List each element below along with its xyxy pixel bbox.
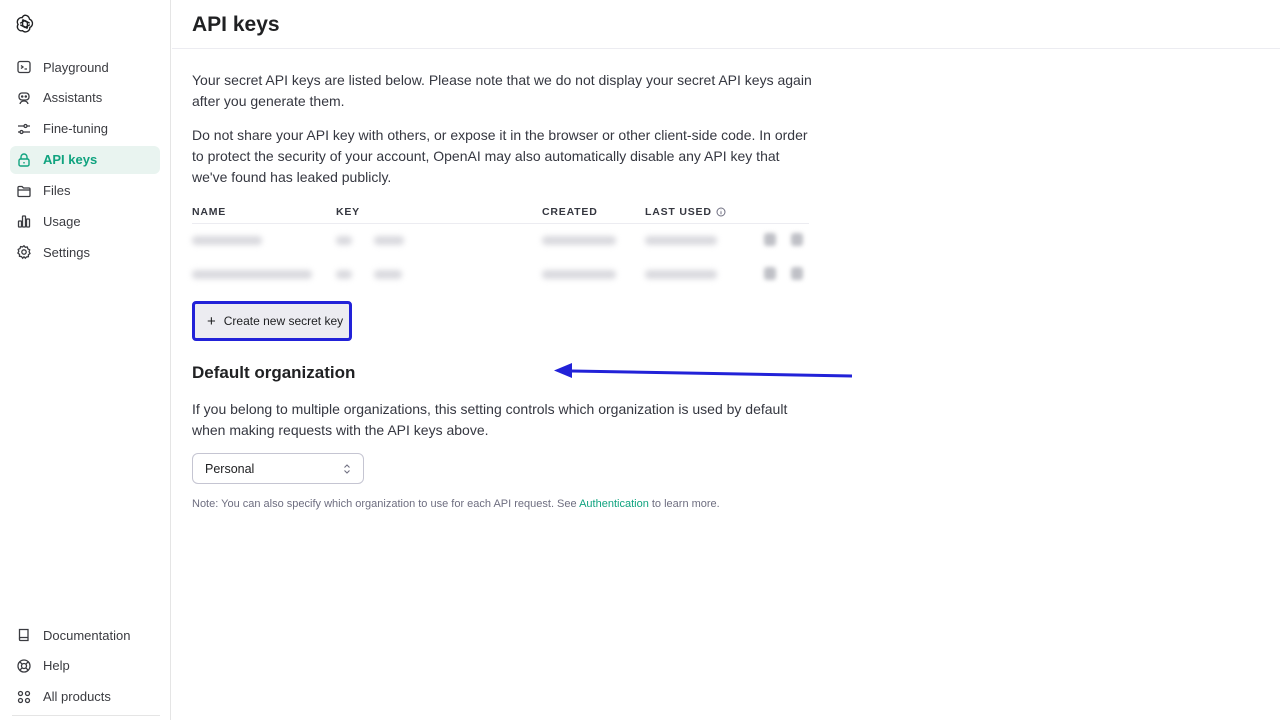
column-header-created: CREATED: [542, 206, 598, 218]
sidebar-divider: [12, 715, 160, 716]
redacted-created: [542, 236, 616, 245]
redacted-key-prefix: [336, 236, 352, 245]
sidebar-item-settings[interactable]: Settings: [10, 238, 160, 266]
sidebar-item-label: Usage: [43, 213, 81, 229]
sidebar-item-playground[interactable]: Playground: [10, 53, 160, 81]
chevron-up-down-icon: [344, 464, 350, 474]
table-row: [192, 258, 809, 292]
create-new-secret-key-button[interactable]: + Create new secret key: [192, 301, 352, 341]
sidebar-item-label: Playground: [43, 59, 109, 75]
api-keys-table: NAME KEY CREATED LAST USED: [192, 202, 809, 292]
delete-icon[interactable]: [791, 267, 803, 280]
sidebar-item-label: Fine-tuning: [43, 121, 109, 137]
sidebar-item-label: Documentation: [43, 627, 131, 643]
sidebar-item-api-keys[interactable]: API keys: [10, 145, 160, 174]
openai-logo-icon[interactable]: [13, 12, 37, 36]
edit-icon[interactable]: [764, 233, 776, 246]
sidebar-item-label: All products: [43, 689, 111, 705]
redacted-key-suffix: [374, 270, 402, 279]
sidebar-nav: Playground Assistants Fine-tuning API ke…: [10, 53, 160, 269]
info-icon[interactable]: [716, 207, 726, 217]
lock-icon: [16, 152, 32, 168]
authentication-link[interactable]: Authentication: [579, 498, 649, 510]
column-header-name: NAME: [192, 206, 227, 218]
redacted-name: [192, 236, 262, 245]
sidebar-item-label: API keys: [43, 152, 98, 168]
grid-icon: [16, 689, 32, 705]
column-header-last-used: LAST USED: [645, 206, 726, 218]
organization-select-value: Personal: [205, 461, 255, 476]
sidebar-item-usage[interactable]: Usage: [10, 207, 160, 235]
app-window: Playground Assistants Fine-tuning API ke…: [0, 0, 1280, 720]
page-header: API keys: [172, 0, 1280, 49]
redacted-key-suffix: [374, 236, 404, 245]
sidebar-footer-nav: Documentation Help All products: [10, 621, 160, 714]
default-organization-text: If you belong to multiple organizations,…: [192, 401, 788, 438]
table-header: NAME KEY CREATED LAST USED: [192, 202, 809, 224]
sidebar-item-all-products[interactable]: All products: [10, 683, 160, 711]
sidebar-item-documentation[interactable]: Documentation: [10, 621, 160, 649]
folder-icon: [16, 183, 32, 199]
terminal-icon: [16, 59, 32, 75]
delete-icon[interactable]: [791, 233, 803, 246]
edit-icon[interactable]: [764, 267, 776, 280]
note-suffix: to learn more.: [648, 498, 720, 510]
sidebar: Playground Assistants Fine-tuning API ke…: [0, 0, 171, 720]
sidebar-item-label: Settings: [43, 244, 90, 260]
note-prefix: Note: You can also specify which organiz…: [192, 498, 580, 510]
note-text: Note: You can also specify which organiz…: [192, 498, 720, 510]
page-title: API keys: [192, 13, 280, 36]
create-button-label: Create new secret key: [223, 314, 344, 328]
sliders-icon: [16, 121, 32, 137]
column-header-last-used-label: LAST USED: [645, 206, 712, 218]
sidebar-item-assistants[interactable]: Assistants: [10, 84, 160, 112]
sidebar-item-files[interactable]: Files: [10, 177, 160, 205]
redacted-name: [192, 270, 312, 279]
column-header-key: KEY: [336, 206, 360, 218]
table-row: [192, 224, 809, 258]
intro-text: Your secret API keys are listed below. P…: [192, 72, 812, 109]
annotation-arrow-icon: [554, 363, 852, 378]
book-icon: [16, 627, 32, 643]
sidebar-item-help[interactable]: Help: [10, 652, 160, 680]
bar-chart-icon: [16, 213, 32, 229]
default-organization-title: Default organization: [192, 363, 356, 382]
gear-icon: [16, 244, 32, 260]
redacted-created: [542, 270, 616, 279]
redacted-last-used: [645, 236, 717, 245]
redacted-key-prefix: [336, 270, 352, 279]
warning-text: Do not share your API key with others, o…: [192, 127, 808, 185]
sidebar-item-label: Assistants: [43, 90, 103, 106]
organization-select[interactable]: Personal: [192, 453, 364, 484]
robot-icon: [16, 90, 32, 106]
sidebar-item-label: Files: [43, 183, 71, 199]
lifebuoy-icon: [16, 658, 32, 674]
sidebar-item-label: Help: [43, 658, 70, 674]
redacted-last-used: [645, 270, 717, 279]
plus-icon: +: [207, 312, 216, 330]
sidebar-item-fine-tuning[interactable]: Fine-tuning: [10, 115, 160, 143]
